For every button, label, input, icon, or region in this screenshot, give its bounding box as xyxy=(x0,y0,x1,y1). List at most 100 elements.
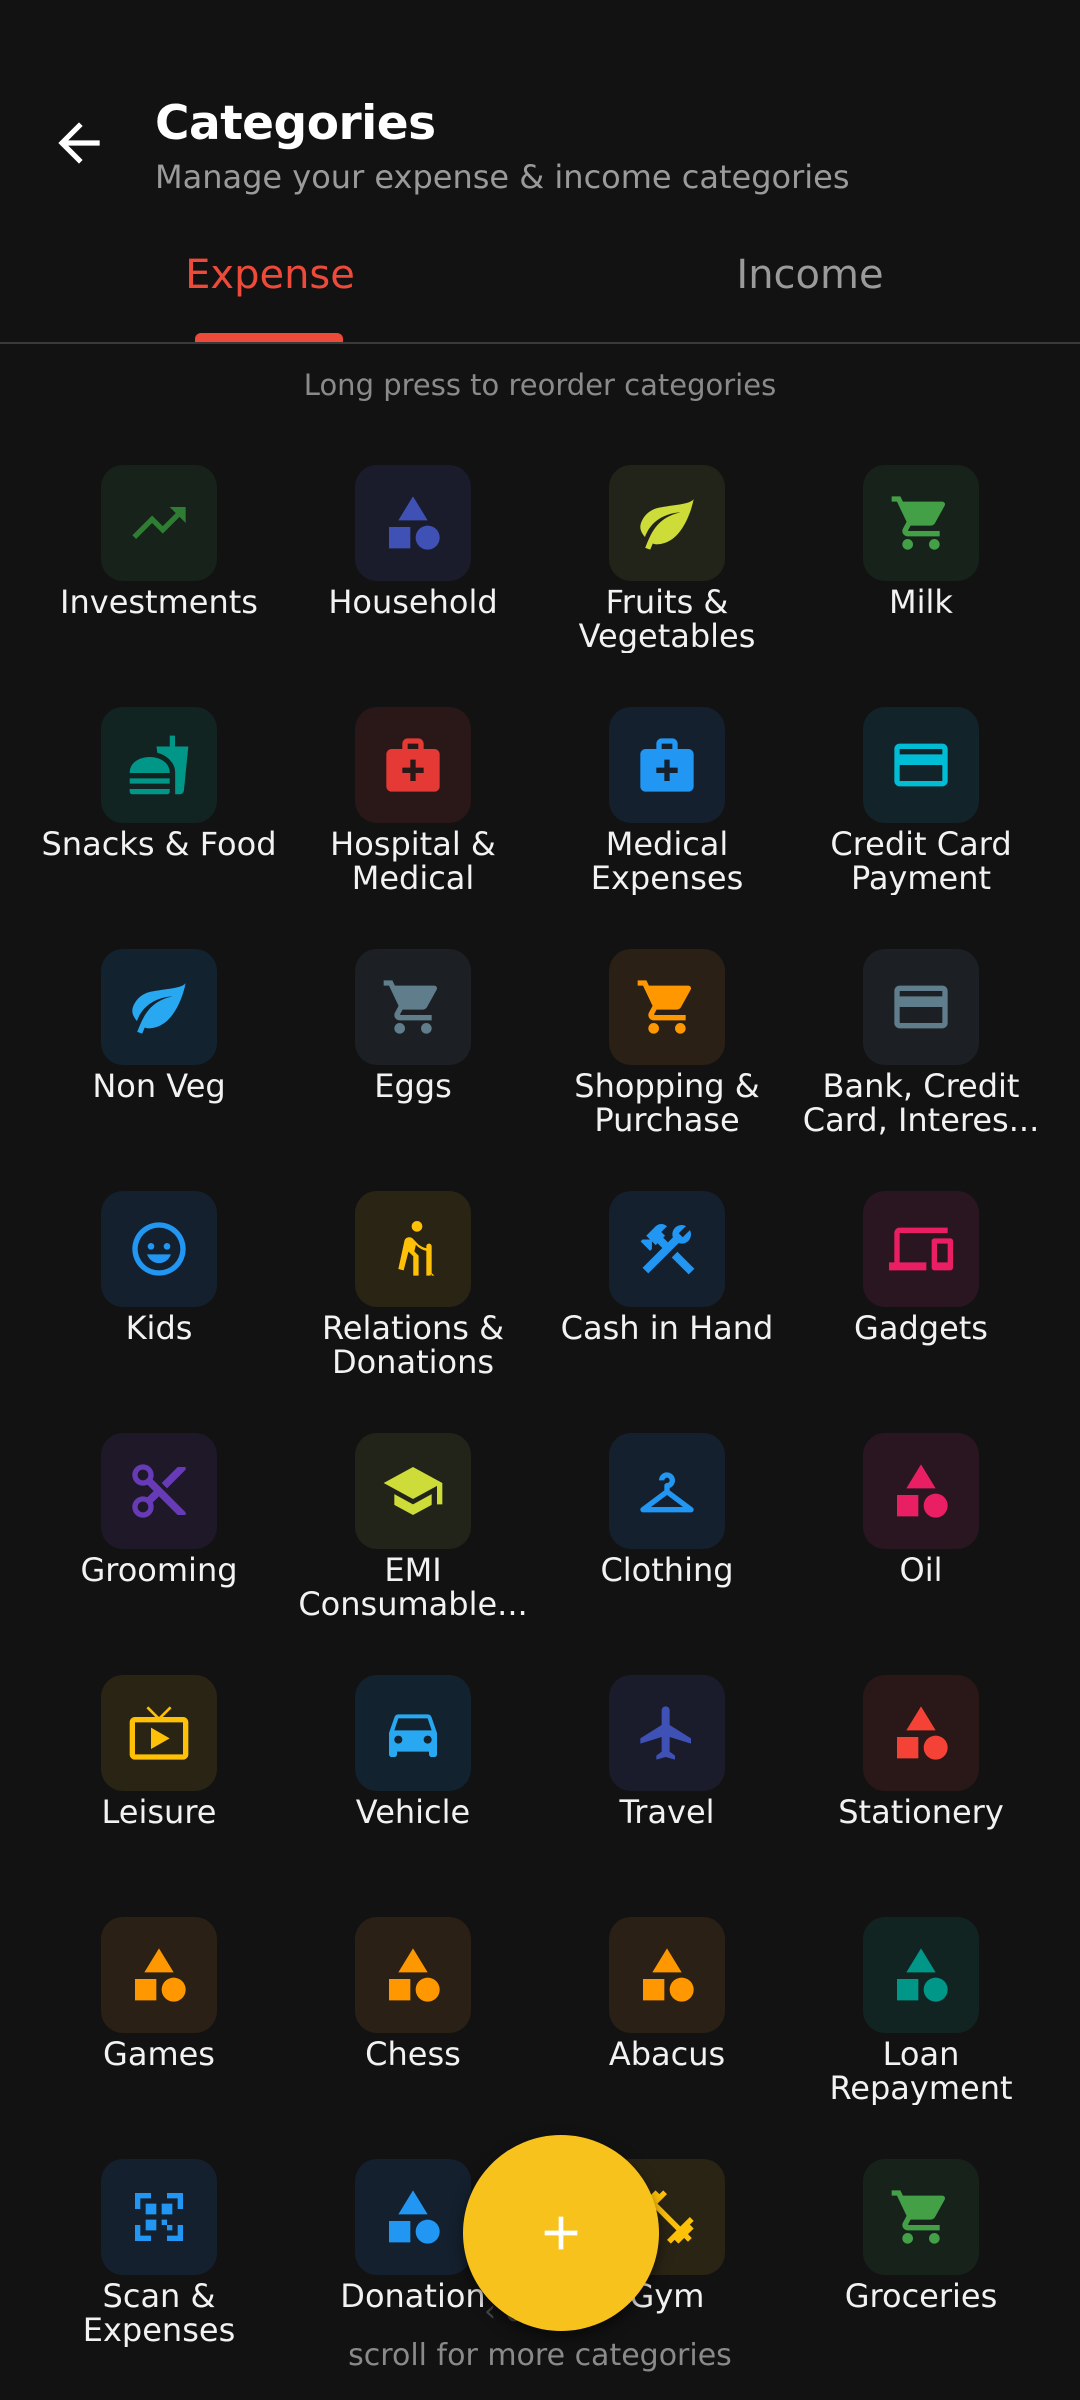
category-label: Shopping & Purchase xyxy=(574,1067,760,1137)
category-icon-tile xyxy=(609,465,725,581)
category-icon-tile xyxy=(101,1191,217,1307)
category-label: Milk xyxy=(889,583,953,621)
category-label: Chess xyxy=(365,2035,461,2073)
credit-card-icon xyxy=(894,743,948,787)
category-item[interactable]: Fruits & Vegetables xyxy=(540,465,794,685)
category-label: Investments xyxy=(60,583,258,621)
category-item[interactable]: Non Veg xyxy=(32,949,286,1169)
shapes-icon xyxy=(897,1706,948,1760)
category-icon-tile xyxy=(355,707,471,823)
category-icon-tile xyxy=(609,1917,725,2033)
category-item[interactable]: Relations & Donations xyxy=(286,1191,540,1411)
category-icon-tile xyxy=(101,1675,217,1791)
add-category-button[interactable] xyxy=(463,2135,659,2331)
category-label: Cash in Hand xyxy=(560,1309,774,1347)
hanger-icon xyxy=(640,1472,694,1513)
category-item[interactable]: Travel xyxy=(540,1675,794,1895)
shapes-icon xyxy=(897,1464,948,1518)
category-item[interactable]: EMI Consumable... xyxy=(286,1433,540,1653)
category-icon-tile xyxy=(863,1191,979,1307)
category-label: Travel xyxy=(619,1793,715,1831)
category-item[interactable]: Snacks & Food xyxy=(32,707,286,927)
category-label: Oil xyxy=(899,1551,943,1589)
category-icon-tile xyxy=(101,707,217,823)
category-label: Hospital & Medical xyxy=(330,825,496,895)
category-item[interactable]: Abacus xyxy=(540,1917,794,2137)
category-label: Games xyxy=(103,2035,215,2073)
category-item[interactable]: Milk xyxy=(794,465,1048,685)
category-icon-tile xyxy=(609,949,725,1065)
tv-icon xyxy=(129,1706,189,1760)
category-item[interactable]: Oil xyxy=(794,1433,1048,1653)
category-icon-tile xyxy=(863,1433,979,1549)
trending-up-icon xyxy=(132,507,186,539)
category-label: Medical Expenses xyxy=(590,825,744,895)
category-icon-tile xyxy=(101,2159,217,2275)
category-item[interactable]: Grooming xyxy=(32,1433,286,1653)
shapes-icon xyxy=(643,1948,694,2002)
category-icon-tile xyxy=(609,1191,725,1307)
tools-icon xyxy=(640,1223,695,1275)
category-item[interactable]: Investments xyxy=(32,465,286,685)
category-item[interactable]: Loan Repayment xyxy=(794,1917,1048,2137)
category-item[interactable]: Credit Card Payment xyxy=(794,707,1048,927)
category-item[interactable]: Kids xyxy=(32,1191,286,1411)
category-item[interactable]: Hospital & Medical xyxy=(286,707,540,927)
category-icon-tile xyxy=(355,1191,471,1307)
category-item[interactable]: Bank, Credit Card, Interes... xyxy=(794,949,1048,1169)
leaf-icon xyxy=(640,499,694,550)
airplane-icon xyxy=(640,1706,691,1760)
category-label: Fruits & Vegetables xyxy=(578,583,756,653)
cart-icon xyxy=(891,2190,946,2244)
category-icon-tile xyxy=(355,1917,471,2033)
car-icon xyxy=(389,1714,437,1757)
category-icon-tile xyxy=(355,2159,471,2275)
category-icon-tile xyxy=(863,1917,979,2033)
shapes-icon xyxy=(897,1948,948,2002)
category-icon-tile xyxy=(355,1675,471,1791)
category-label: Scan & Expenses xyxy=(82,2277,236,2347)
category-item[interactable]: Games xyxy=(32,1917,286,2137)
category-label: Bank, Credit Card, Interes... xyxy=(802,1067,1040,1137)
shapes-icon xyxy=(389,496,440,550)
category-label: Relations & Donations xyxy=(321,1309,505,1379)
category-item[interactable]: Gadgets xyxy=(794,1191,1048,1411)
scroll-hint: scroll for more categories xyxy=(348,2338,732,2373)
fastfood-icon xyxy=(129,735,189,795)
category-icon-tile xyxy=(863,465,979,581)
category-item[interactable]: Cash in Hand xyxy=(540,1191,794,1411)
category-label: Vehicle xyxy=(355,1793,471,1831)
category-item[interactable]: Clothing xyxy=(540,1433,794,1653)
category-label: Abacus xyxy=(608,2035,726,2073)
category-icon-tile xyxy=(355,465,471,581)
category-item[interactable]: Chess xyxy=(286,1917,540,2137)
elderly-icon xyxy=(398,1221,435,1276)
category-icon-tile xyxy=(355,949,471,1065)
qr-scan-icon xyxy=(135,2193,183,2241)
category-icon-tile xyxy=(863,2159,979,2275)
category-item[interactable]: Stationery xyxy=(794,1675,1048,1895)
category-label: Non Veg xyxy=(92,1067,226,1105)
category-label: Eggs xyxy=(374,1067,452,1105)
category-label: Credit Card Payment xyxy=(830,825,1012,895)
category-icon-tile xyxy=(609,707,725,823)
category-label: Gadgets xyxy=(854,1309,988,1347)
category-label: Snacks & Food xyxy=(41,825,277,863)
category-icon-tile xyxy=(101,1917,217,2033)
category-label: Groceries xyxy=(844,2277,998,2315)
shapes-icon xyxy=(135,1948,186,2002)
cart-icon xyxy=(891,496,946,550)
category-icon-tile xyxy=(101,465,217,581)
category-icon-tile xyxy=(609,1433,725,1549)
category-item[interactable]: Shopping & Purchase xyxy=(540,949,794,1169)
category-item[interactable]: Household xyxy=(286,465,540,685)
category-item[interactable]: Vehicle xyxy=(286,1675,540,1895)
category-item[interactable]: Leisure xyxy=(32,1675,286,1895)
category-label: Stationery xyxy=(838,1793,1004,1831)
cart-icon xyxy=(383,980,438,1034)
category-item[interactable]: Medical Expenses xyxy=(540,707,794,927)
plus-icon xyxy=(544,2216,578,2250)
leaf-icon xyxy=(132,983,186,1034)
medical-bag-icon xyxy=(640,738,694,792)
category-item[interactable]: Eggs xyxy=(286,949,540,1169)
